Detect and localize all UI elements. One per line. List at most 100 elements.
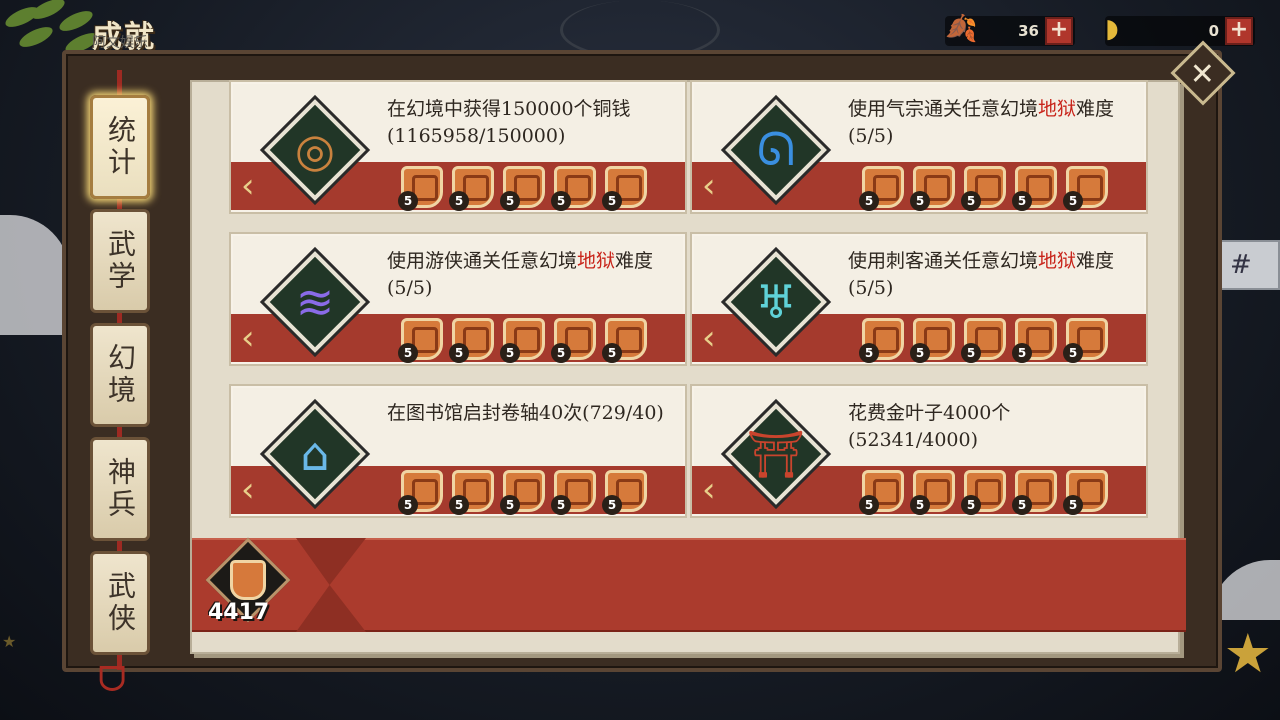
add-leaf-button[interactable]: + (1045, 17, 1073, 45)
achievement-description: 在图书馆启封卷轴40次(729/40) (387, 402, 664, 424)
chevron-left-icon: ‹ (241, 470, 255, 510)
reward-amount: 5 (859, 343, 879, 363)
assassin-icon: ♅ (725, 251, 827, 353)
gold-currency: ◗ 0 + (1105, 14, 1255, 46)
reward-amount: 5 (1063, 191, 1083, 211)
reward-amount: 5 (1063, 495, 1083, 515)
reward-badge: 5 (1012, 470, 1057, 515)
reward-list: 5 5 5 5 5 (398, 166, 647, 211)
star-icon: ★ (2, 632, 17, 651)
reward-amount: 5 (1063, 343, 1083, 363)
reward-badge: 5 (1063, 318, 1108, 363)
tab-label: 武侠 (104, 571, 137, 635)
hash-glyph: # (1230, 250, 1252, 280)
reward-badge: 5 (500, 318, 545, 363)
tab-label: 神兵 (104, 457, 137, 521)
library-icon: ⌂ (264, 403, 366, 505)
reward-badge: 5 (551, 318, 596, 363)
reward-badge: 5 (551, 166, 596, 211)
reward-amount: 5 (449, 495, 469, 515)
reward-badge: 5 (500, 470, 545, 515)
reward-amount: 5 (398, 343, 418, 363)
reward-badge: 5 (859, 470, 904, 515)
reward-badge: 5 (1063, 470, 1108, 515)
reward-amount: 5 (602, 343, 622, 363)
reward-amount: 5 (859, 495, 879, 515)
reward-amount: 5 (449, 343, 469, 363)
reward-badge: 5 (910, 318, 955, 363)
achievement-card[interactable]: ‹ ᘏ 使用气宗通关任意幻境地狱难度(5/5) 5 5 5 5 5 (690, 80, 1148, 214)
reward-badge: 5 (551, 470, 596, 515)
reward-badge: 5 (859, 166, 904, 211)
ranger-icon: ≋ (264, 251, 366, 353)
background-sign: # (1220, 240, 1280, 290)
reward-badge: 5 (500, 166, 545, 211)
reward-amount: 5 (910, 191, 930, 211)
tab-heroes[interactable]: 武侠 (90, 551, 150, 655)
reward-amount: 5 (551, 343, 571, 363)
reward-amount: 5 (1012, 191, 1032, 211)
reward-badge: 5 (1012, 166, 1057, 211)
reward-badge: 5 (910, 166, 955, 211)
achievement-description: 使用游侠通关任意幻境地狱难度(5/5) (387, 250, 654, 299)
reward-amount: 5 (500, 343, 520, 363)
tab-statistics[interactable]: 统计 (90, 95, 150, 199)
reward-badge: 5 (602, 166, 647, 211)
reward-amount: 5 (961, 343, 981, 363)
tab-weapons[interactable]: 神兵 (90, 437, 150, 541)
tab-label: 幻境 (104, 343, 137, 407)
reward-badge: 5 (602, 318, 647, 363)
copper-coins-icon: ◎ (264, 99, 366, 201)
reward-amount: 5 (398, 191, 418, 211)
gold-leaf-shop-icon: ⛩ (725, 403, 827, 505)
reward-amount: 5 (398, 495, 418, 515)
reward-amount: 5 (961, 495, 981, 515)
achievement-card[interactable]: ‹ ≋ 使用游侠通关任意幻境地狱难度(5/5) 5 5 5 5 5 (229, 232, 687, 366)
reward-amount: 5 (1012, 343, 1032, 363)
reward-list: 5 5 5 5 5 (398, 318, 647, 363)
chevron-left-icon: ‹ (702, 166, 716, 206)
reward-amount: 5 (961, 191, 981, 211)
achievement-card[interactable]: ‹ ⛩ 花费金叶子4000个(52341/4000) 5 5 5 5 5 (690, 384, 1148, 518)
achievement-description: 在幻境中获得150000个铜钱(1165958/150000) (387, 98, 631, 147)
leaf-currency-value: 36 (1018, 22, 1039, 40)
leaf-currency: 🍂 36 + (945, 14, 1075, 46)
gold-ingot-icon: ◗ (1105, 14, 1119, 44)
watermark-text: 阿文娱乐 (92, 35, 148, 51)
achievement-card[interactable]: ‹ ♅ 使用刺客通关任意幻境地狱难度(5/5) 5 5 5 5 5 (690, 232, 1148, 366)
achievement-card[interactable]: ‹ ⌂ 在图书馆启封卷轴40次(729/40) 5 5 5 5 5 (229, 384, 687, 518)
chevron-left-icon: ‹ (702, 470, 716, 510)
chevron-left-icon: ‹ (702, 318, 716, 358)
reward-amount: 5 (551, 191, 571, 211)
reward-badge: 5 (449, 166, 494, 211)
reward-amount: 5 (500, 191, 520, 211)
close-icon: ✕ (1189, 56, 1215, 92)
tab-illusion[interactable]: 幻境 (90, 323, 150, 427)
gold-currency-value: 0 (1208, 22, 1219, 40)
achievement-card[interactable]: ‹ ◎ 在幻境中获得150000个铜钱(1165958/150000) 5555… (229, 80, 687, 214)
star-icon: ★ (1223, 622, 1272, 685)
chevron-left-icon: ‹ (241, 318, 255, 358)
reward-amount: 5 (859, 191, 879, 211)
reward-list: 5 5 5 5 5 (859, 318, 1108, 363)
reward-badge: 5 (398, 470, 443, 515)
reward-list: 5 5 5 5 5 (859, 166, 1108, 211)
reward-badge: 5 (398, 166, 443, 211)
reward-amount: 5 (602, 191, 622, 211)
reward-badge: 5 (1063, 166, 1108, 211)
tab-label: 武学 (104, 229, 137, 293)
leaf-icon: 🍂 (945, 14, 978, 44)
reward-amount: 5 (1012, 495, 1032, 515)
achievement-total-value: 4417 (208, 600, 270, 625)
knot-decoration: ᗜ (98, 660, 127, 700)
tab-label: 统计 (104, 115, 137, 179)
achievement-description: 使用刺客通关任意幻境地狱难度(5/5) (848, 250, 1115, 299)
reward-badge: 5 (961, 166, 1006, 211)
chevron-left-icon: ‹ (241, 166, 255, 206)
tab-martial-arts[interactable]: 武学 (90, 209, 150, 313)
add-gold-button[interactable]: + (1225, 17, 1253, 45)
reward-amount: 5 (602, 495, 622, 515)
reward-amount: 5 (500, 495, 520, 515)
reward-list: 5 5 5 5 5 (398, 470, 647, 515)
reward-badge: 5 (602, 470, 647, 515)
